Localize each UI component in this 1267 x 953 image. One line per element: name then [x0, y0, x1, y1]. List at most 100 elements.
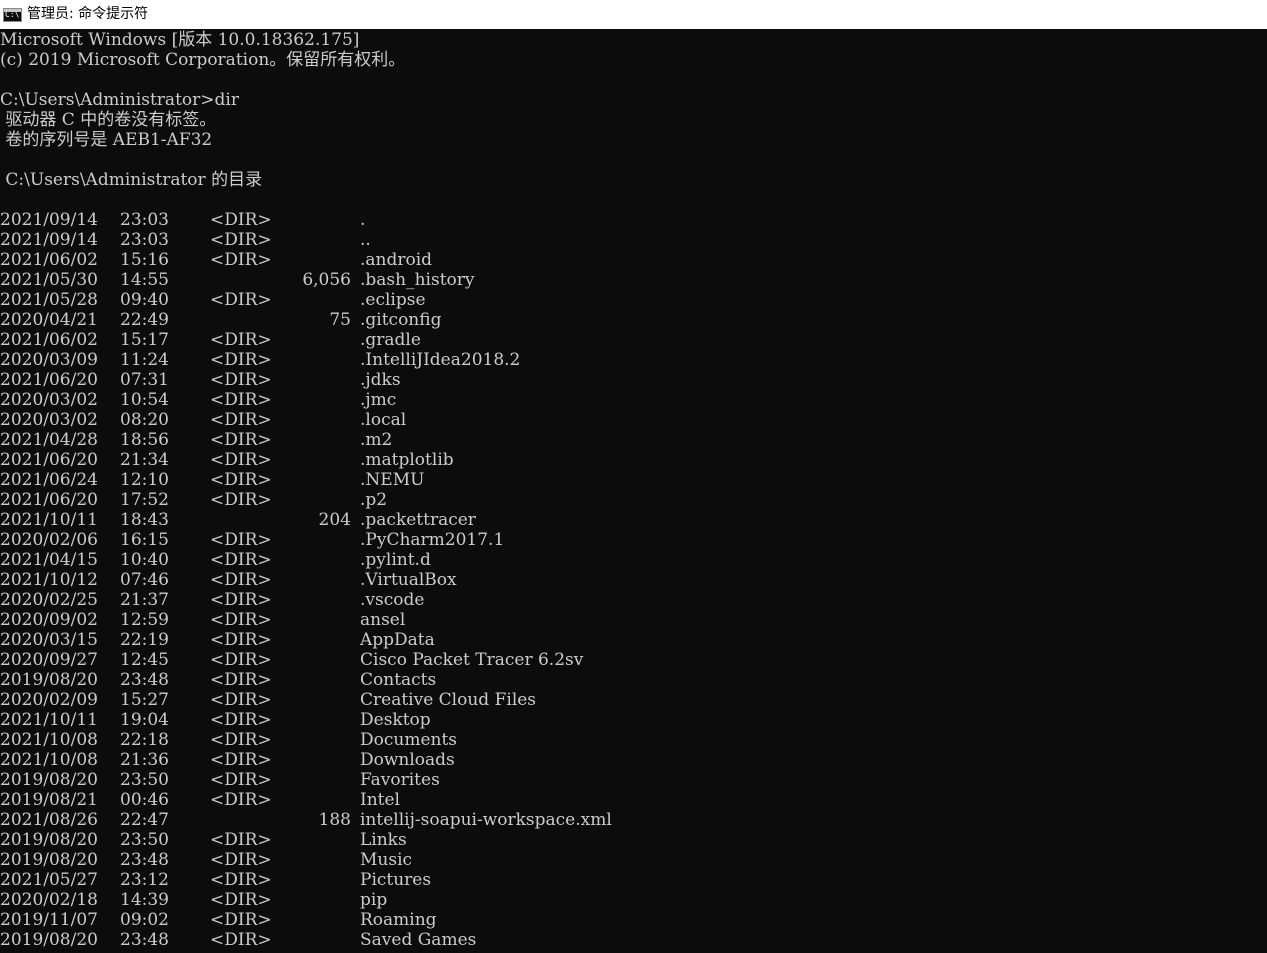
listing-row: 2020/09/02 12:59 <DIR> ansel [0, 610, 1267, 630]
listing-date: 2019/08/20 [0, 930, 98, 950]
listing-name: .local [360, 410, 407, 430]
listing-dir-marker: <DIR> [210, 470, 272, 490]
listing-dir-marker: <DIR> [210, 530, 272, 550]
listing-name: .bash_history [360, 270, 475, 290]
listing-name: Contacts [360, 670, 437, 690]
listing-row: 2019/11/07 09:02 <DIR> Roaming [0, 910, 1267, 930]
listing-time: 23:50 [120, 770, 169, 790]
listing-date: 2021/05/30 [0, 270, 98, 290]
listing-time: 10:54 [120, 390, 169, 410]
listing-date: 2021/10/08 [0, 730, 98, 750]
console-window: C:\ 管理员: 命令提示符 Microsoft Windows [版本 10.… [0, 0, 1267, 953]
listing-name: .gradle [360, 330, 421, 350]
listing-dir-marker: <DIR> [210, 930, 272, 950]
listing-dir-marker: <DIR> [210, 730, 272, 750]
listing-dir-marker: <DIR> [210, 290, 272, 310]
listing-date: 2021/10/11 [0, 510, 98, 530]
listing-time: 09:02 [120, 910, 169, 930]
listing-name: Cisco Packet Tracer 6.2sv [360, 650, 584, 670]
listing-time: 23:48 [120, 850, 169, 870]
listing-row: 2021/05/28 09:40 <DIR> .eclipse [0, 290, 1267, 310]
listing-dir-marker: <DIR> [210, 870, 272, 890]
listing-name: .VirtualBox [360, 570, 457, 590]
listing-time: 22:47 [120, 810, 169, 830]
listing-time: 19:04 [120, 710, 169, 730]
listing-row: 2019/08/20 23:48 <DIR> Contacts [0, 670, 1267, 690]
listing-date: 2021/10/12 [0, 570, 98, 590]
listing-name: .packettracer [360, 510, 476, 530]
listing-row: 2019/08/20 23:50 <DIR> Favorites [0, 770, 1267, 790]
listing-row: 2021/05/30 14:55 6,056 .bash_history [0, 270, 1267, 290]
listing-name: Desktop [360, 710, 431, 730]
listing-time: 22:18 [120, 730, 169, 750]
listing-dir-marker: <DIR> [210, 330, 272, 350]
listing-row: 2021/10/12 07:46 <DIR> .VirtualBox [0, 570, 1267, 590]
listing-name: .m2 [360, 430, 393, 450]
listing-name: .NEMU [360, 470, 425, 490]
listing-name: .gitconfig [360, 310, 442, 330]
listing-dir-marker: <DIR> [210, 770, 272, 790]
listing-dir-marker: <DIR> [210, 230, 272, 250]
listing-date: 2021/10/11 [0, 710, 98, 730]
listing-name: pip [360, 890, 388, 910]
listing-row: 2020/02/25 21:37 <DIR> .vscode [0, 590, 1267, 610]
listing-time: 12:10 [120, 470, 169, 490]
listing-date: 2020/09/02 [0, 610, 98, 630]
listing-date: 2021/06/20 [0, 450, 98, 470]
listing-name: .matplotlib [360, 450, 454, 470]
listing-row: 2021/06/24 12:10 <DIR> .NEMU [0, 470, 1267, 490]
listing-dir-marker: <DIR> [210, 210, 272, 230]
listing-name: Links [360, 830, 407, 850]
listing-date: 2020/09/27 [0, 650, 98, 670]
listing-time: 23:50 [120, 830, 169, 850]
listing-dir-marker: <DIR> [210, 250, 272, 270]
header-line: 驱动器 C 中的卷没有标签。 [0, 110, 217, 130]
listing-time: 23:03 [120, 210, 169, 230]
listing-time: 07:31 [120, 370, 169, 390]
header-line: (c) 2019 Microsoft Corporation。保留所有权利。 [0, 50, 406, 70]
listing-date: 2020/02/09 [0, 690, 98, 710]
listing-date: 2021/05/28 [0, 290, 98, 310]
listing-dir-marker: <DIR> [210, 410, 272, 430]
listing-name: .android [360, 250, 433, 270]
listing-row: 2021/04/15 10:40 <DIR> .pylint.d [0, 550, 1267, 570]
listing-date: 2021/04/28 [0, 430, 98, 450]
listing-name: Saved Games [360, 930, 477, 950]
listing-row: 2021/04/28 18:56 <DIR> .m2 [0, 430, 1267, 450]
listing-dir-marker: <DIR> [210, 610, 272, 630]
listing-row: 2021/06/20 17:52 <DIR> .p2 [0, 490, 1267, 510]
listing-dir-marker: <DIR> [210, 550, 272, 570]
title-bar[interactable]: C:\ 管理员: 命令提示符 [0, 0, 1267, 29]
listing-dir-marker: <DIR> [210, 590, 272, 610]
listing-date: 2019/08/20 [0, 770, 98, 790]
listing-date: 2021/05/27 [0, 870, 98, 890]
header-line: Microsoft Windows [版本 10.0.18362.175] [0, 30, 360, 50]
listing-name: . [360, 210, 366, 230]
listing-dir-marker: <DIR> [210, 710, 272, 730]
listing-name: Favorites [360, 770, 440, 790]
listing-dir-marker: <DIR> [210, 430, 272, 450]
listing-row: 2021/06/20 21:34 <DIR> .matplotlib [0, 450, 1267, 470]
listing-row: 2020/03/02 08:20 <DIR> .local [0, 410, 1267, 430]
listing-name: .IntelliJIdea2018.2 [360, 350, 521, 370]
listing-row: 2021/10/08 22:18 <DIR> Documents [0, 730, 1267, 750]
listing-row: 2021/09/14 23:03 <DIR>.. [0, 230, 1267, 250]
listing-name: Music [360, 850, 413, 870]
listing-name: Intel [360, 790, 400, 810]
listing-size: 6,056 [302, 270, 351, 290]
listing-dir-marker: <DIR> [210, 490, 272, 510]
listing-time: 23:03 [120, 230, 169, 250]
listing-name: .vscode [360, 590, 425, 610]
listing-date: 2020/04/21 [0, 310, 98, 330]
listing-date: 2021/06/02 [0, 250, 98, 270]
listing-row: 2020/03/15 22:19 <DIR> AppData [0, 630, 1267, 650]
listing-row: 2020/04/21 22:49 75 .gitconfig [0, 310, 1267, 330]
console-output[interactable]: Microsoft Windows [版本 10.0.18362.175] (c)… [0, 30, 1267, 953]
header-line: C:\Users\Administrator 的目录 [0, 170, 263, 190]
listing-date: 2020/03/02 [0, 410, 98, 430]
listing-dir-marker: <DIR> [210, 390, 272, 410]
listing-time: 00:46 [120, 790, 169, 810]
console-icon[interactable]: C:\ [3, 7, 22, 22]
